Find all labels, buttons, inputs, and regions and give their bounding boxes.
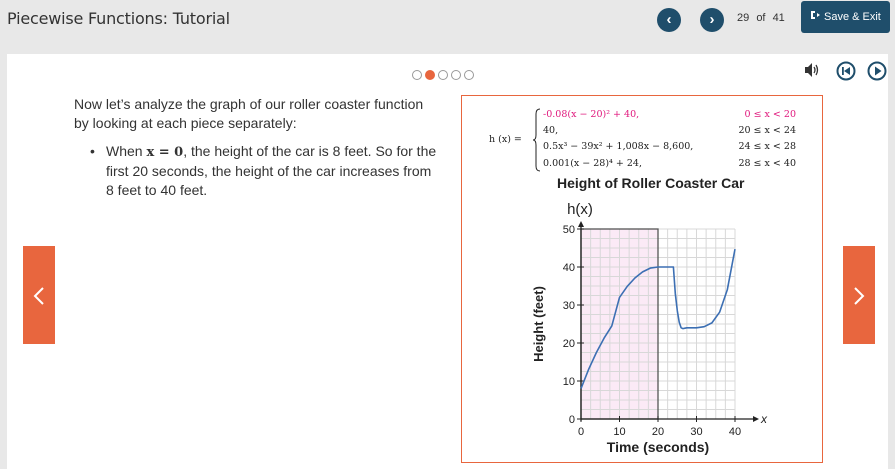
function-piece-domain: 20 ≤ x < 24 — [738, 125, 796, 136]
save-exit-button[interactable]: Save & Exit — [801, 1, 890, 33]
y-axis-label: Height (feet) — [531, 286, 546, 362]
function-piece-domain: 28 ≤ x < 40 — [738, 158, 796, 169]
save-exit-label: Save & Exit — [824, 11, 881, 23]
x-axis-label: Time (seconds) — [607, 439, 709, 455]
bullet-variable: x = 0 — [146, 145, 184, 160]
roller-coaster-chart: 0 10 20 30 40 0 10 20 30 40 50 x Time (seconds) h(x) H… — [531, 201, 768, 455]
function-piece-expr: 0.5x³ − 39x² + 1,008x − 8,600, — [543, 141, 694, 152]
bullet-marker: • — [90, 143, 95, 159]
page-of: of — [756, 12, 766, 24]
page-current: 29 — [737, 12, 750, 24]
x-axis-arrow — [753, 416, 759, 422]
x-tick-label: 10 — [613, 426, 625, 438]
progress-dot — [438, 69, 448, 80]
rewind-button[interactable] — [836, 61, 856, 81]
page-total: 41 — [772, 12, 785, 24]
function-name: h (x) = — [489, 134, 522, 145]
y-tick-label: 10 — [563, 376, 575, 388]
progress-dots — [412, 66, 477, 80]
y-axis-top-label: h(x) — [567, 201, 593, 218]
intro-text: Now let’s analyze the graph of our rolle… — [74, 96, 424, 131]
y-axis-arrow — [578, 221, 584, 227]
progress-dot — [464, 69, 474, 80]
next-slide-button[interactable] — [843, 246, 875, 344]
function-piece-domain: 24 ≤ x < 28 — [738, 141, 796, 152]
y-tick-label: 20 — [563, 338, 575, 350]
y-tick-label: 0 — [569, 414, 575, 426]
speaker-button[interactable] — [803, 61, 821, 81]
x-tick-label: 20 — [652, 426, 664, 438]
rewind-icon — [836, 61, 856, 81]
play-icon — [867, 61, 887, 81]
x-tick-label: 40 — [729, 426, 741, 438]
chevron-right-icon — [854, 287, 865, 305]
chevron-left-icon — [33, 287, 44, 305]
progress-dot — [412, 69, 422, 80]
exit-arrow-icon — [810, 1, 820, 33]
bullet-text: When x = 0, the height of the car is 8 f… — [106, 142, 440, 200]
bullet-prefix: When — [106, 143, 147, 159]
x-tick-label: 30 — [690, 426, 702, 438]
function-piece-expr: 0.001(x − 28)⁴ + 24, — [543, 158, 642, 169]
app-title: Piecewise Functions: Tutorial — [7, 9, 230, 28]
y-tick-label: 40 — [563, 262, 575, 274]
progress-dot — [425, 69, 435, 80]
function-brace — [533, 108, 541, 172]
progress-dot — [451, 69, 461, 80]
previous-slide-button[interactable] — [23, 246, 55, 344]
page-counter: 29 of 41 — [737, 12, 785, 24]
next-page-button[interactable]: › — [700, 8, 724, 32]
function-piece-expr: -0.08(x − 20)² + 40, — [543, 109, 640, 120]
top-bar: Piecewise Functions: Tutorial ‹ › 29 of … — [0, 0, 895, 38]
chevron-left-icon: ‹ — [666, 11, 672, 28]
function-piece-expr: 40, — [543, 125, 559, 136]
chevron-right-icon: › — [709, 11, 715, 28]
y-tick-label: 30 — [563, 300, 575, 312]
x-tick-label: 0 — [578, 426, 584, 438]
previous-page-button[interactable]: ‹ — [657, 8, 681, 32]
bullet-item: • When x = 0, the height of the car is 8… — [90, 142, 440, 200]
speaker-icon — [805, 63, 819, 77]
play-button[interactable] — [867, 61, 887, 81]
y-tick-label: 50 — [563, 224, 575, 236]
chart-title: Height of Roller Coaster Car — [557, 175, 745, 191]
x-axis-letter: x — [760, 412, 768, 426]
function-piece-domain: 0 ≤ x < 20 — [744, 109, 797, 120]
